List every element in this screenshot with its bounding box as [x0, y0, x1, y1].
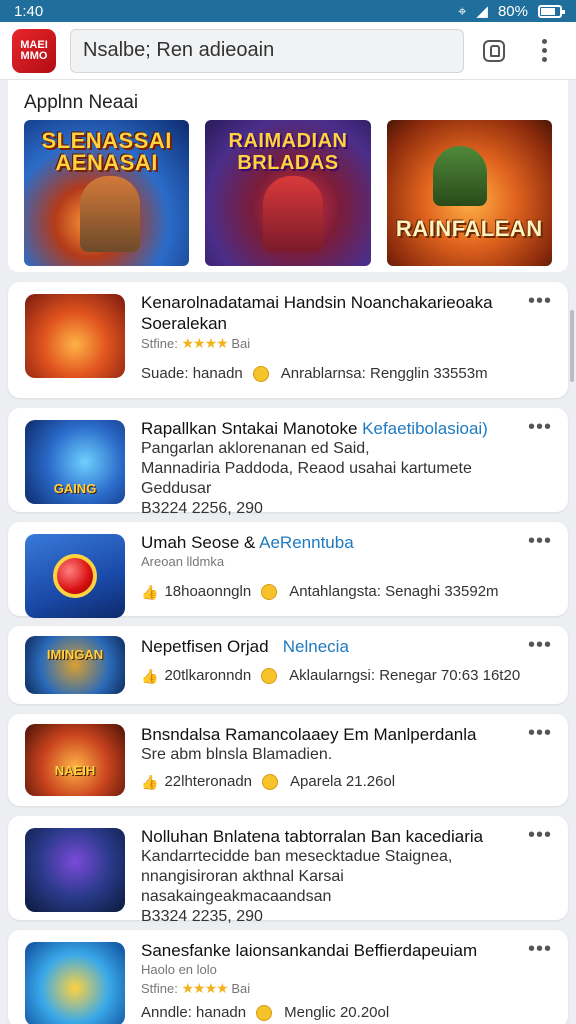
thumbs-up-icon: 👍	[141, 774, 159, 790]
app-icon	[25, 534, 125, 618]
location-icon: ⌖	[457, 2, 467, 20]
status-time: 1:40	[14, 2, 44, 20]
smiley-icon	[261, 584, 278, 600]
more-options-icon[interactable]: •••	[528, 291, 552, 311]
app-icon	[25, 942, 125, 1024]
star-rating-icon: ★★★★	[181, 335, 228, 351]
more-vert-icon	[541, 39, 547, 62]
more-options-icon[interactable]: •••	[528, 723, 552, 743]
app-icon	[25, 294, 125, 378]
app-title: Bnsndalsa Ramancolaaey Em Manlperdanla	[141, 725, 477, 744]
featured-banners: SLENASSAI AENASAI RAIMADIAN BRLADAS RAIN…	[24, 120, 552, 266]
thumbs-up-icon: 👍	[141, 584, 159, 600]
thumbs-up-icon: 👍	[141, 668, 159, 684]
status-bar: 1:40 ⌖ ◢ 80%	[0, 0, 576, 22]
overflow-menu-button[interactable]	[524, 31, 564, 71]
app-icon	[25, 828, 125, 912]
app-title: Nepetfisen Orjad Nelnecia	[141, 637, 349, 656]
star-rating-icon: ★★★★	[181, 980, 228, 996]
more-options-icon[interactable]: •••	[528, 417, 552, 437]
app-logo[interactable]: MAEI MMO	[12, 28, 56, 73]
list-item[interactable]: IMINGAN ••• Nepetfisen Orjad Nelnecia 👍 2…	[8, 626, 568, 704]
app-title: Umah Seose & AeRenntuba	[141, 533, 354, 552]
app-meta: 👍 20tlkaronndn Aklaularngsi: Renegar 70:63…	[141, 665, 522, 687]
app-icon: NAEIH	[25, 724, 125, 796]
character-art	[263, 176, 324, 252]
smiley-icon	[256, 1005, 273, 1021]
rating-row: Stfine: ★★★★ Bai	[141, 335, 251, 351]
app-list: ••• Kenarolnadatamai Handsin Noanchakari…	[8, 282, 568, 1024]
list-item[interactable]: ••• Sanesfanke laionsankandai Beffierdap…	[8, 930, 568, 1024]
app-meta: Anndle: hanadn Menglic 20.20ol	[141, 1004, 390, 1021]
character-art	[80, 176, 140, 252]
battery-percent: 80%	[497, 2, 528, 20]
app-title: Rapallkan Sntakai Manotoke Kefaetibolasi…	[141, 419, 488, 438]
character-art	[432, 146, 487, 206]
featured-section: Applnn Neaai SLENASSAI AENASAI RAIMADIAN…	[8, 80, 568, 272]
more-options-icon[interactable]: •••	[528, 531, 552, 551]
app-meta: 👍 18hoaonngln Antahlangsta: Senaghi 33592m	[141, 581, 522, 603]
app-icon: IMINGAN	[25, 636, 125, 694]
list-item[interactable]: NAEIH ••• Bnsndalsa Ramancolaaey Em Manl…	[8, 714, 568, 806]
ball-icon	[53, 554, 97, 598]
search-input[interactable]: Nsalbe; Ren adieoain	[70, 28, 464, 73]
featured-banner-3[interactable]: RAINFALEAN	[386, 120, 552, 266]
scrollbar[interactable]	[570, 310, 574, 382]
battery-icon	[538, 4, 565, 18]
signal-icon: ◢	[476, 3, 488, 20]
app-icon: GAING	[25, 420, 125, 504]
featured-banner-1[interactable]: SLENASSAI AENASAI	[24, 120, 190, 266]
share-icon	[483, 39, 505, 62]
more-options-icon[interactable]: •••	[528, 939, 552, 959]
smiley-icon	[261, 668, 278, 684]
list-item[interactable]: GAING ••• Rapallkan Sntakai Manotoke Kef…	[8, 408, 568, 517]
featured-title: Applnn Neaai	[24, 92, 139, 113]
more-options-icon[interactable]: •••	[528, 825, 552, 845]
app-title: Sanesfanke laionsankandai Beffierdapeuia…	[141, 941, 478, 960]
status-icons: ⌖ ◢ 80%	[457, 2, 565, 20]
app-title: Kenarolnadatamai Handsin Noanchakarieoak…	[141, 293, 493, 333]
search-text: Nsalbe; Ren adieoain	[83, 39, 275, 61]
list-item[interactable]: ••• Kenarolnadatamai Handsin Noanchakari…	[8, 282, 568, 398]
app-meta: Suade: hanadn Anrablarnsa: Rengglin 33553…	[141, 365, 488, 382]
share-button[interactable]	[474, 31, 514, 71]
rating-row: Stfine: ★★★★ Bai	[141, 980, 251, 996]
featured-banner-2[interactable]: RAIMADIAN BRLADAS	[205, 120, 371, 266]
smiley-icon	[252, 366, 269, 382]
list-item[interactable]: ••• Umah Seose & AeRenntuba Areoan lldmk…	[8, 522, 568, 618]
top-bar: MAEI MMO Nsalbe; Ren adieoain	[0, 22, 576, 80]
app-title: Nolluhan Bnlatena tabtorralan Ban kacedi…	[141, 827, 484, 846]
list-item[interactable]: ••• Nolluhan Bnlatena tabtorralan Ban ka…	[8, 816, 568, 925]
app-meta: 👍 22lhteronadn Aparela 21.26ol	[141, 771, 522, 793]
more-options-icon[interactable]: •••	[528, 635, 552, 655]
smiley-icon	[262, 774, 279, 790]
